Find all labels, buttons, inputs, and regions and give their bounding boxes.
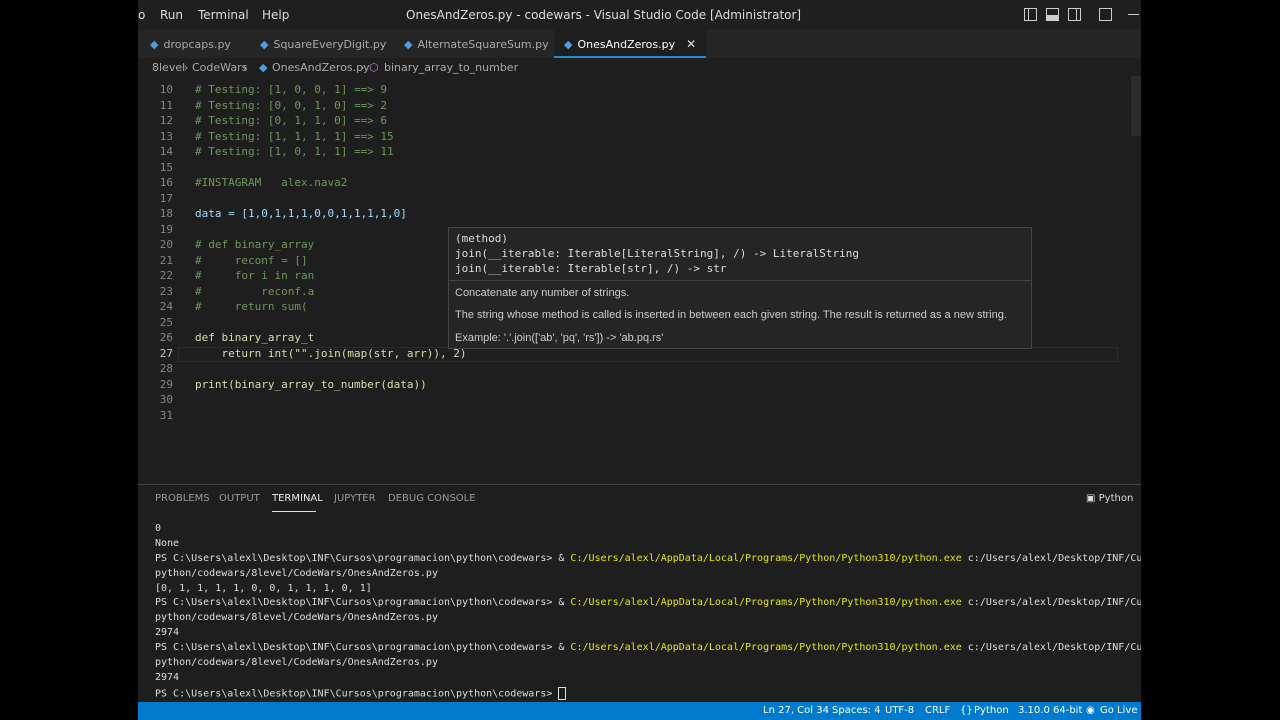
tab-alternate-square-sum[interactable]: ◆ AlternateSquareSum.py <box>404 30 549 58</box>
code-line: 11 # Testing: [0, 0, 1, 0] ==> 2 <box>159 98 388 112</box>
vscode-window: o Run Terminal Help OnesAndZeros.py - co… <box>138 0 1141 720</box>
status-encoding[interactable]: UTF-8 <box>885 705 914 716</box>
terminal-line: python/codewars/8level/CodeWars/OnesAndZ… <box>155 612 438 624</box>
editor-tabs: ◆ dropcaps.py ◆ SquareEveryDigit.py ◆ Al… <box>138 30 1141 58</box>
terminal-output[interactable]: 0 None PS C:\Users\alexl\Desktop\INF\Cur… <box>155 523 1141 702</box>
tab-dropcaps[interactable]: ◆ dropcaps.py <box>150 30 231 58</box>
window-title: OnesAndZeros.py - codewars - Visual Stud… <box>406 8 802 22</box>
breadcrumb-folder-codewars[interactable]: CodeWars <box>192 61 247 74</box>
hover-tooltip: (method) join(__iterable: Iterable[Liter… <box>448 227 1032 349</box>
title-bar: o Run Terminal Help OnesAndZeros.py - co… <box>138 0 1141 30</box>
menu-terminal[interactable]: Terminal <box>198 8 249 22</box>
menu-help[interactable]: Help <box>262 8 289 22</box>
toggle-sidebar-icon[interactable] <box>1024 8 1037 21</box>
python-language-icon: {} <box>960 705 973 716</box>
breadcrumb-separator-icon: › <box>184 61 189 74</box>
breadcrumb-symbol[interactable]: binary_array_to_number <box>384 61 518 74</box>
code-line: 31 <box>159 408 173 422</box>
code-line: 14 # Testing: [1, 0, 1, 1] ==> 11 <box>159 145 394 158</box>
terminal-line: 2974 <box>155 671 180 683</box>
menu-edit-partial[interactable]: o <box>138 8 145 22</box>
toggle-secondary-sidebar-icon[interactable] <box>1068 8 1081 21</box>
breadcrumb-folder-8level[interactable]: 8level <box>152 61 185 74</box>
panel-tab-output[interactable]: OUTPUT <box>219 493 260 504</box>
status-interpreter[interactable]: 3.10.0 64-bit <box>1018 705 1082 716</box>
breadcrumb-separator-icon: › <box>360 61 365 74</box>
terminal-selector[interactable]: ▣ Python <box>1086 493 1133 504</box>
terminal-line: python/codewars/8level/CodeWars/OnesAndZ… <box>155 657 438 669</box>
status-language[interactable]: Python <box>974 705 1009 716</box>
code-line: 30 <box>159 393 173 406</box>
code-line: 28 <box>159 362 173 375</box>
breadcrumb-file[interactable]: OnesAndZeros.py <box>272 61 370 74</box>
breadcrumb-separator-icon: › <box>243 61 248 74</box>
code-line: 29 print(binary_array_to_number(data)) <box>159 377 427 391</box>
terminal-line: PS C:\Users\alexl\Desktop\INF\Cursos\pro… <box>155 552 1141 564</box>
panel-tab-debug-console[interactable]: DEBUG CONSOLE <box>388 493 476 504</box>
breadcrumb: 8level › CodeWars › ◆ OnesAndZeros.py › … <box>138 58 1141 76</box>
code-line: 18 data = [1,0,1,1,1,0,0,1,1,1,1,0] <box>159 207 407 220</box>
active-panel-tab-indicator <box>272 511 316 512</box>
hover-signature-1: join(__iterable: Iterable[LiteralString]… <box>455 247 859 260</box>
panel-tab-problems[interactable]: PROBLEMS <box>155 493 210 504</box>
status-go-live[interactable]: Go Live <box>1100 705 1137 716</box>
python-file-icon: ◆ <box>260 37 269 51</box>
code-line: 13 # Testing: [1, 1, 1, 1] ==> 15 <box>159 129 394 143</box>
python-file-icon: ◆ <box>404 37 413 51</box>
function-symbol-icon: ⬡ <box>369 61 379 74</box>
python-file-icon: ◆ <box>259 61 268 74</box>
bottom-panel: PROBLEMS OUTPUT TERMINAL JUPYTER DEBUG C… <box>138 484 1141 703</box>
close-tab-icon[interactable]: ✕ <box>686 37 696 51</box>
terminal-cursor <box>558 686 567 700</box>
hover-signature-2: join(__iterable: Iterable[str], /) -> st… <box>455 262 727 275</box>
tab-square-every-digit[interactable]: ◆ SquareEveryDigit.py <box>260 30 386 58</box>
go-live-icon: ◉ <box>1086 705 1095 716</box>
code-line: 17 <box>159 191 173 205</box>
code-line: 10 # Testing: [1, 0, 0, 1] ==> 9 <box>159 83 388 96</box>
status-cursor-position[interactable]: Ln 27, Col 34 <box>763 705 829 716</box>
hover-doc-example: Example: '.'.join(['ab', 'pq', 'rs']) ->… <box>455 332 664 344</box>
toggle-panel-icon[interactable] <box>1046 8 1059 21</box>
terminal-line: 2974 <box>155 627 180 639</box>
terminal-line: PS C:\Users\alexl\Desktop\INF\Cursos\pro… <box>155 642 1141 654</box>
code-line: 15 <box>159 160 173 174</box>
status-indentation[interactable]: Spaces: 4 <box>832 705 881 716</box>
hover-kind: (method) <box>455 232 508 245</box>
terminal-icon: ▣ <box>1086 493 1096 504</box>
code-line: 16 #INSTAGRAM alex.nava2 <box>159 176 348 189</box>
menu-run[interactable]: Run <box>160 8 183 22</box>
panel-tab-jupyter[interactable]: JUPYTER <box>334 493 376 504</box>
terminal-line: [0, 1, 1, 1, 1, 0, 0, 1, 1, 1, 0, 1] <box>155 582 372 594</box>
terminal-line: PS C:\Users\alexl\Desktop\INF\Cursos\pro… <box>155 597 1141 609</box>
terminal-line: None <box>155 537 180 549</box>
hover-doc-summary: Concatenate any number of strings. <box>455 287 630 299</box>
terminal-line: python/codewars/8level/CodeWars/OnesAndZ… <box>155 567 438 579</box>
python-file-icon: ◆ <box>150 37 159 51</box>
code-line: 12 # Testing: [0, 1, 1, 0] ==> 6 <box>159 114 388 127</box>
panel-tab-terminal[interactable]: TERMINAL <box>272 493 323 504</box>
hover-doc-detail: The string whose method is called is ins… <box>455 309 1007 321</box>
terminal-prompt-line[interactable]: PS C:\Users\alexl\Desktop\INF\Cursos\pro… <box>155 686 1141 702</box>
tab-ones-and-zeros[interactable]: ◆ OnesAndZeros.py ✕ <box>554 30 707 58</box>
customize-layout-icon[interactable] <box>1099 8 1112 21</box>
python-file-icon: ◆ <box>564 37 573 51</box>
status-bar: Ln 27, Col 34 Spaces: 4 UTF-8 CRLF {} Py… <box>138 702 1141 720</box>
hover-separator <box>449 280 1031 281</box>
status-eol[interactable]: CRLF <box>925 705 950 716</box>
terminal-line: 0 <box>155 523 162 534</box>
minimize-icon[interactable] <box>1128 14 1139 15</box>
